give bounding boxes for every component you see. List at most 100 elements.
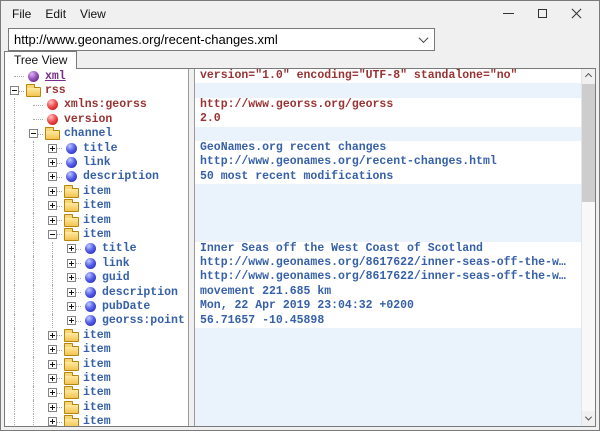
tree-node-label: rss xyxy=(45,84,66,97)
tree-node[interactable]: xmlns:georss xyxy=(5,98,188,112)
expand-plus-icon[interactable] xyxy=(67,244,76,253)
tree-icon-cell xyxy=(62,357,80,371)
expand-plus-icon[interactable] xyxy=(48,360,57,369)
tree-node[interactable]: item xyxy=(5,213,188,227)
expand-plus-icon[interactable] xyxy=(48,331,57,340)
scroll-up-button[interactable] xyxy=(582,69,595,84)
tree-icon-cell xyxy=(81,242,99,256)
tree-guide-line xyxy=(43,242,62,256)
expand-plus-icon[interactable] xyxy=(67,288,76,297)
minimize-button[interactable] xyxy=(491,1,525,26)
tree-icon-cell xyxy=(62,199,80,213)
red-ball-icon xyxy=(47,99,58,110)
expand-plus-icon[interactable] xyxy=(48,417,57,426)
tree-connector xyxy=(62,314,81,328)
tree-icon-cell xyxy=(43,127,61,141)
tree-node[interactable]: description xyxy=(5,285,188,299)
folder-icon xyxy=(64,231,79,241)
tree-icon-cell xyxy=(81,256,99,270)
expand-plus-icon[interactable] xyxy=(67,302,76,311)
tree-node[interactable]: guid xyxy=(5,270,188,284)
expand-plus-icon[interactable] xyxy=(48,345,57,354)
value-row: version="1.0" encoding="UTF-8" standalon… xyxy=(195,69,581,83)
tree-node[interactable]: xml xyxy=(5,69,188,83)
tree-guide-line xyxy=(24,371,43,385)
chevron-down-icon xyxy=(585,414,592,421)
vertical-scrollbar[interactable] xyxy=(581,69,595,426)
tree-node-label: item xyxy=(83,214,111,227)
tree-node[interactable]: item xyxy=(5,342,188,356)
tree-connector xyxy=(43,357,62,371)
expand-plus-icon[interactable] xyxy=(48,216,57,225)
expand-plus-icon[interactable] xyxy=(48,388,57,397)
pane-splitter[interactable] xyxy=(188,69,195,426)
tree-icon-cell xyxy=(62,328,80,342)
tree-guide-line xyxy=(5,184,24,198)
tree-node[interactable]: georss:point xyxy=(5,314,188,328)
expand-plus-icon[interactable] xyxy=(48,158,57,167)
expand-plus-icon[interactable] xyxy=(48,374,57,383)
tree-guide-line xyxy=(24,314,43,328)
folder-icon xyxy=(64,346,79,356)
collapse-minus-icon[interactable] xyxy=(29,129,38,138)
tree-node[interactable]: title xyxy=(5,242,188,256)
tree-node[interactable]: item xyxy=(5,371,188,385)
chevron-down-icon xyxy=(418,33,428,43)
content-area: xmlrssxmlns:georssversionchanneltitlelin… xyxy=(4,68,596,427)
scroll-down-button[interactable] xyxy=(582,411,595,426)
tree-node[interactable]: item xyxy=(5,400,188,414)
tree-node[interactable]: link xyxy=(5,155,188,169)
tree-node[interactable]: item xyxy=(5,184,188,198)
expand-plus-icon[interactable] xyxy=(48,144,57,153)
tree-node[interactable]: item xyxy=(5,414,188,426)
tree-connector xyxy=(62,242,81,256)
value-row xyxy=(195,400,581,414)
expand-plus-icon[interactable] xyxy=(67,316,76,325)
tree-node[interactable]: item xyxy=(5,328,188,342)
tree-guide-line xyxy=(5,170,24,184)
tree-node[interactable]: version xyxy=(5,112,188,126)
expand-plus-icon[interactable] xyxy=(48,172,57,181)
expand-plus-icon[interactable] xyxy=(48,201,57,210)
menu-edit[interactable]: Edit xyxy=(38,4,73,24)
url-input[interactable] xyxy=(9,29,412,50)
tree-guide-line xyxy=(5,386,24,400)
collapse-minus-icon[interactable] xyxy=(10,86,19,95)
tree-icon-cell xyxy=(24,69,42,83)
tree-node[interactable]: rss xyxy=(5,83,188,97)
tree-node[interactable]: item xyxy=(5,386,188,400)
tab-tree-view[interactable]: Tree View xyxy=(4,51,77,69)
menu-view[interactable]: View xyxy=(73,4,113,24)
purple-ball-icon xyxy=(28,71,39,82)
tree-guide-line xyxy=(24,299,43,313)
combobox-dropdown-button[interactable] xyxy=(412,29,434,50)
collapse-minus-icon[interactable] xyxy=(48,230,57,239)
expand-plus-icon[interactable] xyxy=(67,273,76,282)
tree-guide-line xyxy=(24,357,43,371)
menu-file[interactable]: File xyxy=(5,4,38,24)
value-row xyxy=(195,328,581,342)
tree-node-label: item xyxy=(83,415,111,426)
window-controls xyxy=(491,1,593,26)
maximize-button[interactable] xyxy=(525,1,559,26)
tree-node[interactable]: pubDate xyxy=(5,299,188,313)
tree-node[interactable]: link xyxy=(5,256,188,270)
tree-node-label: item xyxy=(83,329,111,342)
close-button[interactable] xyxy=(559,1,593,26)
tree-guide-line xyxy=(24,227,43,241)
scrollbar-thumb[interactable] xyxy=(582,84,595,202)
tree-connector xyxy=(62,299,81,313)
tree-node[interactable]: channel xyxy=(5,127,188,141)
expand-plus-icon[interactable] xyxy=(48,187,57,196)
expand-plus-icon[interactable] xyxy=(48,403,57,412)
tree-node[interactable]: title xyxy=(5,141,188,155)
tree-node[interactable]: item xyxy=(5,227,188,241)
tree-node[interactable]: item xyxy=(5,357,188,371)
tree-node[interactable]: description xyxy=(5,170,188,184)
value-row: Inner Seas off the West Coast of Scotlan… xyxy=(195,242,581,256)
tree-node-label: link xyxy=(83,156,111,169)
blue-ball-icon xyxy=(85,258,96,269)
expand-plus-icon[interactable] xyxy=(67,259,76,268)
tree-node-label: item xyxy=(83,358,111,371)
tree-node[interactable]: item xyxy=(5,199,188,213)
